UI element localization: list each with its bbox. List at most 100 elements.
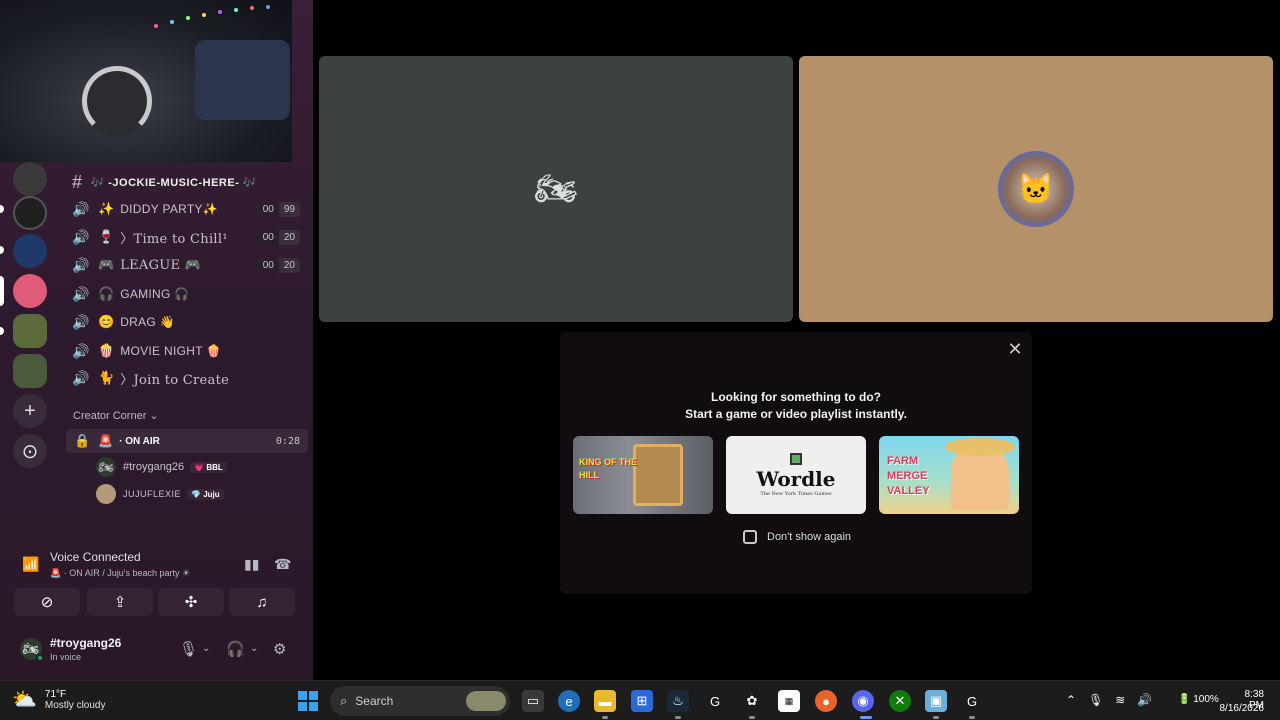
server-icon-gewit-skwad[interactable] [13,162,47,196]
server-icon-current[interactable] [13,274,47,308]
gear-icon[interactable]: ⚙ [273,640,286,658]
running-indicator [602,716,608,719]
discord-window: + ⊙ # 🎶 -JOCKIE-MUSIC-HERE- 🎶 🔊 ✨ DIDDY … [0,0,1280,720]
microphone-icon[interactable]: 🎙 [1088,693,1103,707]
capcut-icon[interactable]: ▦ [778,690,800,712]
server-selected-pill [0,276,4,306]
dont-show-again-label[interactable]: Don't show again [767,531,851,543]
server-rail: + ⊙ [0,162,60,492]
voice-channel-movie-night[interactable]: 🔊 🍿 MOVIE NIGHT 🍿 [72,338,308,364]
speaker-icon: 🔊 [72,256,90,273]
voice-channel-time-to-chill[interactable]: 🔊 🍷 〉Time to Chill¹ 00 20 [72,224,308,250]
running-indicator [675,716,681,719]
clock-date[interactable]: 8/16/2026 [1212,703,1265,714]
voice-channel-gaming[interactable]: 🔊 🎧 GAMING 🎧 [72,281,308,307]
game-card-farm-merge-valley[interactable]: FARM MERGE VALLEY [879,436,1019,514]
voice-member[interactable]: JUJUFLEXIE 💎 Juju [96,483,224,505]
voice-connection-panel: 📶 Voice Connected 🚨 · ON AIR / Juju's be… [8,542,306,622]
disconnect-icon[interactable]: ☎ [274,556,291,573]
speaker-icon: 🔊 [72,342,90,359]
channel-label: GAMING 🎧 [120,287,190,301]
game-title: FARM MERGE VALLEY [887,455,930,497]
avatar [96,484,116,504]
voice-channel-drag[interactable]: 🔊 😊 DRAG 👋 [72,309,308,335]
speaker-icon: 🔊 [72,285,90,302]
chevron-down-icon[interactable]: ⌄ [250,643,258,654]
voice-member[interactable]: 🏍 #troygang26 💗 BBL [96,456,227,478]
discord-icon[interactable]: ◉ [852,690,874,712]
participant-tile-troygang26[interactable]: 🏍 [319,56,793,322]
microsoft-store-icon[interactable]: ⊞ [631,690,653,712]
firefox-icon[interactable]: ● [815,690,837,712]
count-a: 00 [257,229,279,245]
count-a: 00 [257,201,279,217]
member-tag: 💎 Juju [187,488,224,500]
activities-button[interactable]: ✣ [158,588,224,616]
channel-label: · ON AIR [119,435,160,447]
server-icon-jakester[interactable] [13,234,47,268]
voice-channel-diddy-party[interactable]: 🔊 ✨ DIDDY PARTY✨ 00 99 [72,196,308,222]
text-channel-jockie[interactable]: # 🎶 -JOCKIE-MUSIC-HERE- 🎶 [72,172,257,193]
headset [82,66,152,136]
logitech-g-icon[interactable]: G [704,690,726,712]
weather-widget[interactable]: ⛅ 71°F Mostly cloudy [12,687,105,712]
chevron-up-icon[interactable]: ⌃ [1066,693,1076,707]
arcade-machine [633,444,683,506]
close-icon[interactable]: ✕ [1006,340,1024,358]
server-icon-brightskyty[interactable] [13,196,47,230]
voice-channel-path[interactable]: 🚨 · ON AIR / Juju's beach party ☀ [50,568,190,579]
app-window-icon[interactable]: ▣ [925,690,947,712]
microphone-icon[interactable]: 🎙 [179,640,198,658]
discover-icon[interactable]: ⊙ [13,434,47,468]
game-card-king-of-the-hill[interactable]: KING OF THE HILL [573,436,713,514]
server-icon-field[interactable] [13,314,47,348]
speaker-icon: 🔊 [72,200,90,217]
username[interactable]: #troygang26 [50,636,121,650]
chevron-down-icon[interactable]: ⌄ [202,643,210,654]
channel-emoji: 🎮 [98,257,115,272]
motorcycle-avatar: 🏍 [534,170,578,208]
signal-icon[interactable]: 📶 [22,556,39,573]
noise-suppression-icon[interactable]: ▮▮ [244,556,259,573]
game-title: KING OF THE HILL [579,457,637,480]
volume-icon[interactable]: 🔊 [1137,693,1152,707]
edge-icon[interactable]: e [558,690,580,712]
user-status: In voice [50,652,82,662]
dont-show-again-checkbox[interactable] [743,530,757,544]
wifi-icon[interactable]: ≋ [1115,693,1125,707]
category-creator-corner[interactable]: Creator Corner ⌄ [73,409,159,422]
steam-icon[interactable]: ♨ [667,690,689,712]
channel-label: DIDDY PARTY✨ [120,202,219,216]
openai-icon[interactable]: ✿ [741,690,763,712]
participant-tile-jujuflexie[interactable]: 🐱 [799,56,1273,322]
text-channel-label: 🎶 -JOCKIE-MUSIC-HERE- 🎶 [90,177,258,189]
soundboard-button[interactable]: ♫ [229,588,295,616]
task-view-icon[interactable]: ▭ [522,690,544,712]
weather-temp: 71°F [44,688,67,700]
avatar: 🏍 [96,457,116,477]
user-limit-badge: 00 99 [257,201,300,217]
channel-label: MOVIE NIGHT 🍿 [120,344,222,358]
game-subtitle: The New York Times Games [760,491,832,497]
speaker-icon: 🔊 [72,313,90,330]
share-screen-button[interactable]: ⇪ [87,588,153,616]
camera-off-button[interactable]: ⊘ [14,588,80,616]
start-button[interactable] [298,691,318,711]
logitech-g-hub-icon[interactable]: G [961,690,983,712]
search-box[interactable]: ⌕ Search [330,686,510,716]
voice-channel-join-to-create[interactable]: 🔊 🐈 〉Join to Create [72,365,308,391]
server-unread-pill [0,205,4,213]
count-b: 20 [278,229,300,245]
voice-channel-league[interactable]: 🔊 🎮 LEAGUE 🎮 00 20 [72,252,308,278]
headphones-icon[interactable]: 🎧 [226,640,245,658]
cloud-sun-icon: ⛅ [12,689,37,711]
game-card-wordle[interactable]: Wordle The New York Times Games [726,436,866,514]
cat-avatar: 🐱 [998,151,1074,227]
add-server-icon[interactable]: + [13,394,47,428]
server-icon-soldier[interactable] [13,354,47,388]
file-explorer-icon[interactable]: ▬ [594,690,616,712]
channel-label: DRAG 👋 [120,315,175,329]
voice-channel-on-air[interactable]: 🔒 🚨 · ON AIR 0:28 [66,429,308,453]
xbox-icon[interactable]: ✕ [889,690,911,712]
running-indicator [969,716,975,719]
